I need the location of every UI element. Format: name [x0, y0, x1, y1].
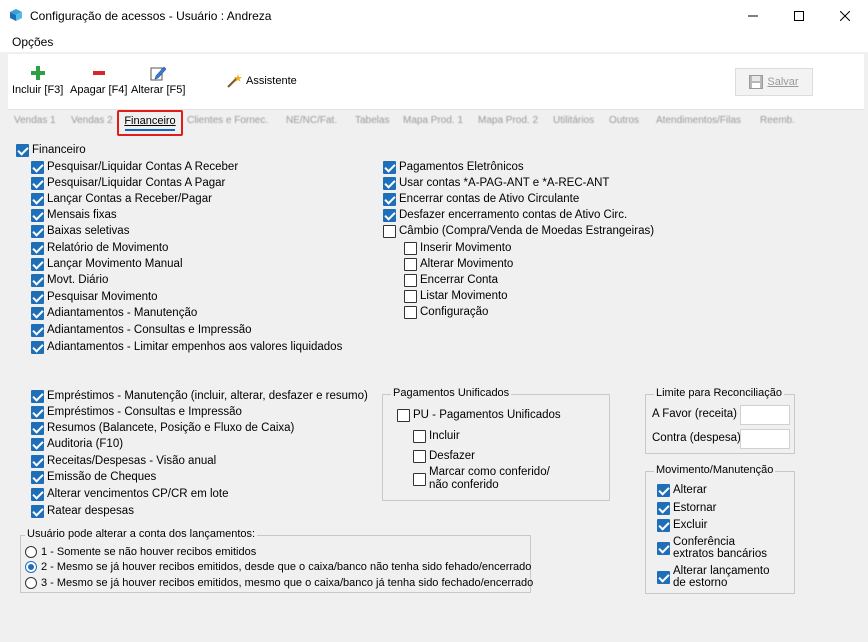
assistente-button[interactable]: Assistente — [226, 73, 297, 89]
chk-adiant-consultas[interactable]: Adiantamentos - Consultas e Impressão — [31, 322, 252, 338]
menu-opcoes[interactable]: Opções — [12, 35, 53, 49]
chk-pu-desfazer[interactable]: Desfazer — [413, 448, 475, 464]
chk-mensais-fixas[interactable]: Mensais fixas — [31, 207, 117, 223]
salvar-label: Salvar — [767, 76, 799, 88]
tab-ne-nc-fat[interactable]: NE/NC/Fat. — [286, 115, 337, 126]
limite-contra-label: Contra (despesa) — [652, 432, 741, 444]
chk-baixas-seletivas[interactable]: Baixas seletivas — [31, 223, 129, 239]
radio-opcao-1[interactable]: 1 - Somente se não houver recibos emitid… — [25, 544, 256, 559]
alterar-button[interactable]: Alterar [F5] — [131, 64, 185, 96]
tab-financeiro-label: Financeiro — [124, 115, 176, 127]
movimento-manutencao-group: Movimento/Manutenção Alterar Estornar Ex… — [645, 464, 795, 594]
minus-icon — [90, 64, 108, 82]
chk-resumos[interactable]: Resumos (Balancete, Posição e Fluxo de C… — [31, 420, 294, 436]
chk-mov-estornar[interactable]: Estornar — [657, 500, 716, 516]
chk-adiant-manutencao[interactable]: Adiantamentos - Manutenção — [31, 305, 197, 321]
minimize-icon — [748, 15, 758, 17]
incluir-button[interactable]: Incluir [F3] — [12, 64, 63, 96]
alterar-label: Alterar [F5] — [131, 84, 186, 96]
chk-cambio-alterar[interactable]: Alterar Movimento — [404, 256, 513, 272]
pagamentos-unificados-title: Pagamentos Unificados — [391, 387, 512, 399]
tab-mapa-prod-2[interactable]: Mapa Prod. 2 — [478, 115, 538, 126]
salvar-button[interactable]: Salvar — [735, 68, 813, 96]
plus-icon — [29, 64, 47, 82]
save-icon — [749, 75, 764, 89]
chk-cambio-listar[interactable]: Listar Movimento — [404, 288, 508, 304]
tab-tabelas[interactable]: Tabelas — [355, 115, 389, 126]
chk-cambio-inserir[interactable]: Inserir Movimento — [404, 240, 511, 256]
radio-opcao-2[interactable]: 2 - Mesmo se já houver recibos emitidos,… — [25, 559, 531, 574]
title-bar: Configuração de acessos - Usuário : Andr… — [0, 0, 868, 32]
apagar-button[interactable]: Apagar [F4] — [70, 64, 127, 96]
radio-opcao-3[interactable]: 3 - Mesmo se já houver recibos emitidos,… — [25, 575, 533, 590]
chk-receitas-despesas[interactable]: Receitas/Despesas - Visão anual — [31, 453, 216, 469]
toolbar: Incluir [F3] Apagar [F4] Alterar [F5] As… — [8, 54, 864, 110]
tab-outros[interactable]: Outros — [609, 115, 639, 126]
tab-reemb[interactable]: Reemb. — [760, 115, 795, 126]
limite-contra-input[interactable] — [740, 429, 790, 449]
chk-pu-marcar[interactable]: Marcar como conferido/ não conferido — [413, 465, 550, 493]
maximize-button[interactable] — [776, 0, 822, 32]
assistente-label: Assistente — [246, 75, 297, 87]
tab-mapa-prod-1[interactable]: Mapa Prod. 1 — [403, 115, 463, 126]
chk-auditoria[interactable]: Auditoria (F10) — [31, 436, 123, 452]
close-button[interactable] — [822, 0, 868, 32]
tab-vendas-2[interactable]: Vendas 2 — [71, 115, 113, 126]
window-title: Configuração de acessos - Usuário : Andr… — [30, 9, 272, 23]
chk-pu-incluir[interactable]: Incluir — [413, 428, 460, 444]
chk-cambio-encerrar[interactable]: Encerrar Conta — [404, 272, 498, 288]
chk-movt-diario[interactable]: Movt. Diário — [31, 272, 108, 288]
tab-financeiro[interactable]: Financeiro — [117, 110, 183, 136]
chk-pu[interactable]: PU - Pagamentos Unificados — [397, 407, 561, 423]
menu-bar: Opções — [0, 32, 868, 52]
tab-atendimentos-filas[interactable]: Atendimentos/Filas — [656, 115, 741, 126]
chk-mov-excluir[interactable]: Excluir — [657, 517, 708, 533]
tab-utilitarios[interactable]: Utilitários — [553, 115, 594, 126]
edit-icon — [149, 64, 167, 82]
chk-pesquisar-movimento[interactable]: Pesquisar Movimento — [31, 289, 158, 305]
close-icon — [840, 11, 850, 21]
chk-cambio-configuracao[interactable]: Configuração — [404, 304, 488, 320]
chk-pesquisar-receber[interactable]: Pesquisar/Liquidar Contas A Receber — [31, 159, 238, 175]
apagar-label: Apagar [F4] — [70, 84, 128, 96]
minimize-button[interactable] — [730, 0, 776, 32]
tab-active-indicator — [125, 129, 175, 131]
tab-vendas-1[interactable]: Vendas 1 — [14, 115, 56, 126]
chk-lancar-movimento[interactable]: Lançar Movimento Manual — [31, 256, 183, 272]
chk-lancar-contas[interactable]: Lançar Contas a Receber/Pagar — [31, 191, 212, 207]
maximize-icon — [794, 11, 804, 21]
chk-usar-contas-ant[interactable]: Usar contas *A-PAG-ANT e *A-REC-ANT — [383, 175, 609, 191]
pagamentos-unificados-group: Pagamentos Unificados PU - Pagamentos Un… — [382, 387, 610, 501]
chk-cambio[interactable]: Câmbio (Compra/Venda de Moedas Estrangei… — [383, 223, 654, 239]
chk-mov-conferencia[interactable]: Conferência extratos bancários — [657, 535, 767, 561]
chk-emprestimos-consultas[interactable]: Empréstimos - Consultas e Impressão — [31, 404, 242, 420]
checkbox-checked — [16, 143, 29, 157]
chk-adiant-limitar[interactable]: Adiantamentos - Limitar empenhos aos val… — [31, 339, 342, 355]
chk-desfazer-encerramento[interactable]: Desfazer encerramento contas de Ativo Ci… — [383, 207, 627, 223]
chk-pesquisar-pagar[interactable]: Pesquisar/Liquidar Contas A Pagar — [31, 175, 225, 191]
chk-mov-alterar-lancamento[interactable]: Alterar lançamento de estorno — [657, 564, 770, 590]
chk-alterar-vencimentos[interactable]: Alterar vencimentos CP/CR em lote — [31, 486, 229, 502]
financeiro-label: Financeiro — [32, 144, 86, 156]
usuario-conta-group: Usuário pode alterar a conta dos lançame… — [20, 528, 533, 593]
chk-ratear-despesas[interactable]: Ratear despesas — [31, 503, 134, 519]
limite-favor-input[interactable] — [740, 405, 790, 425]
chk-encerrar-contas[interactable]: Encerrar contas de Ativo Circulante — [383, 191, 579, 207]
incluir-label: Incluir [F3] — [12, 84, 64, 96]
app-icon — [10, 9, 22, 21]
limite-favor-label: A Favor (receita) — [652, 408, 737, 420]
financeiro-checkbox[interactable]: Financeiro — [16, 142, 86, 158]
tab-clientes-fornec[interactable]: Clientes e Fornec. — [187, 115, 268, 126]
chk-relatorio-movimento[interactable]: Relatório de Movimento — [31, 240, 168, 256]
limite-title: Limite para Reconciliação — [654, 387, 784, 399]
magic-wand-icon — [227, 74, 242, 88]
movimento-title: Movimento/Manutenção — [654, 464, 776, 476]
chk-pagamentos-eletronicos[interactable]: Pagamentos Eletrônicos — [383, 159, 524, 175]
chk-emissao-cheques[interactable]: Emissão de Cheques — [31, 469, 156, 485]
chk-emprestimos-manutencao[interactable]: Empréstimos - Manutenção (incluir, alter… — [31, 388, 368, 404]
chk-mov-alterar[interactable]: Alterar — [657, 482, 707, 498]
usuario-conta-title: Usuário pode alterar a conta dos lançame… — [25, 528, 258, 540]
limite-reconciliacao-group: Limite para Reconciliação A Favor (recei… — [645, 387, 795, 454]
